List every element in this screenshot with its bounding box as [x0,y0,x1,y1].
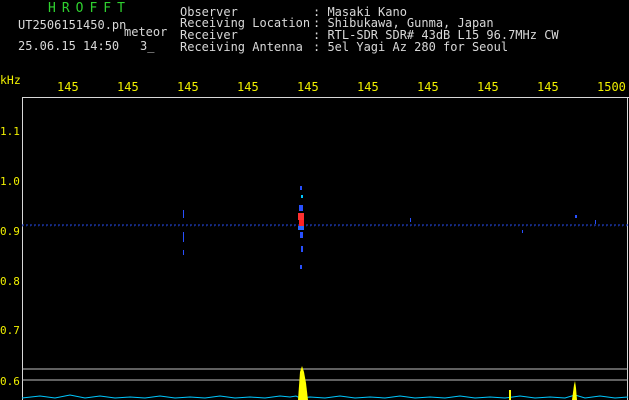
meteor-echo [298,186,304,269]
amplitude-tick [509,390,511,400]
spectrogram-plot [21,186,629,400]
amplitude-peak-main [298,366,308,400]
amplitude-baseline [21,394,629,399]
carrier-noise [183,210,596,255]
amplitude-peak-right [572,381,577,400]
